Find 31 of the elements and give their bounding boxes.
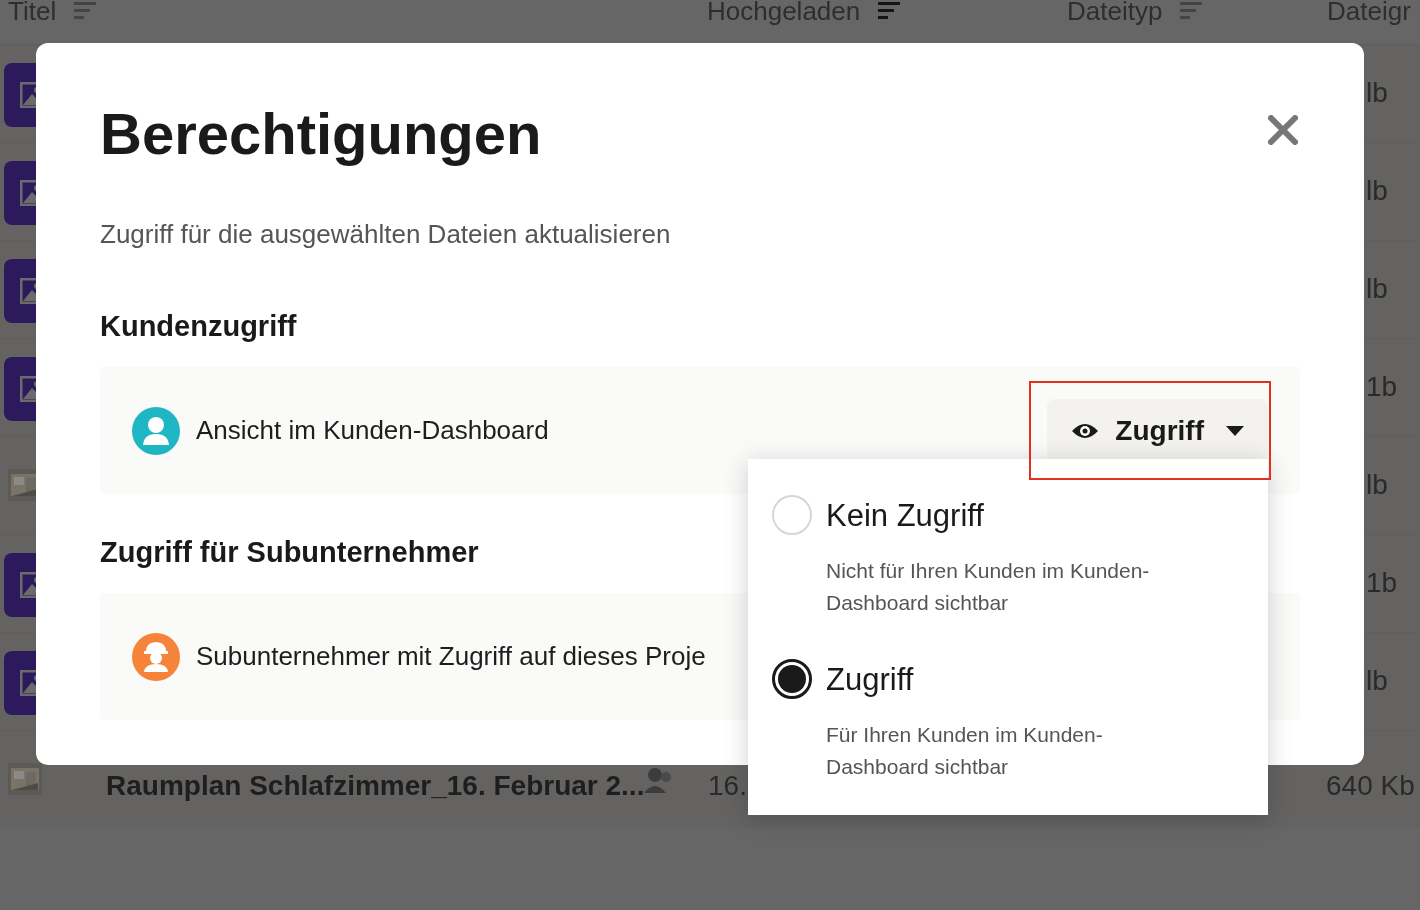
column-header[interactable]: Dateigr (1327, 0, 1411, 28)
section-heading: Zugriff für Subunternehmer (100, 538, 480, 567)
column-header[interactable]: Hochgeladen (707, 0, 861, 28)
close-button[interactable] (1266, 113, 1300, 147)
file-size: lb (1366, 76, 1388, 110)
option-label[interactable]: Zugriff (826, 663, 914, 695)
sort-icon[interactable] (878, 2, 901, 20)
option-description: Nicht für Ihren Kunden im Kunden-Dashboard sichtbar (826, 558, 1151, 616)
radio-button[interactable] (772, 659, 812, 699)
file-size: 1b (1366, 566, 1398, 600)
section-heading: Kundenzugriff (100, 312, 298, 341)
eye-icon (1071, 421, 1100, 440)
person-icon (644, 767, 671, 793)
option-description: Für Ihren Kunden im Kunden-Dashboard sichtbar (826, 722, 1104, 780)
file-size: 640 Kb (1326, 769, 1415, 803)
upload-date: 16. (708, 769, 747, 803)
file-size: lb (1366, 664, 1388, 698)
file-size: 1b (1366, 370, 1398, 404)
sort-icon[interactable] (1180, 2, 1203, 20)
dialog-subtitle: Zugriff für die ausgewählten Dateien aktualisieren (100, 221, 672, 247)
column-header[interactable]: Titel (8, 0, 57, 28)
file-size: lb (1366, 272, 1388, 306)
access-label: Subunternehmer mit Zugriff auf dieses Proje (196, 640, 706, 673)
file-size: lb (1366, 468, 1388, 502)
file-title: Raumplan Schlafzimmer_16. Februar 2... (106, 769, 645, 803)
option-label[interactable]: Kein Zugriff (826, 499, 984, 531)
close-icon (1268, 115, 1298, 145)
sort-icon[interactable] (74, 2, 97, 20)
access-label: Ansicht im Kunden-Dashboard (196, 414, 549, 447)
file-size: lb (1366, 174, 1388, 208)
column-header[interactable]: Dateityp (1067, 0, 1163, 28)
